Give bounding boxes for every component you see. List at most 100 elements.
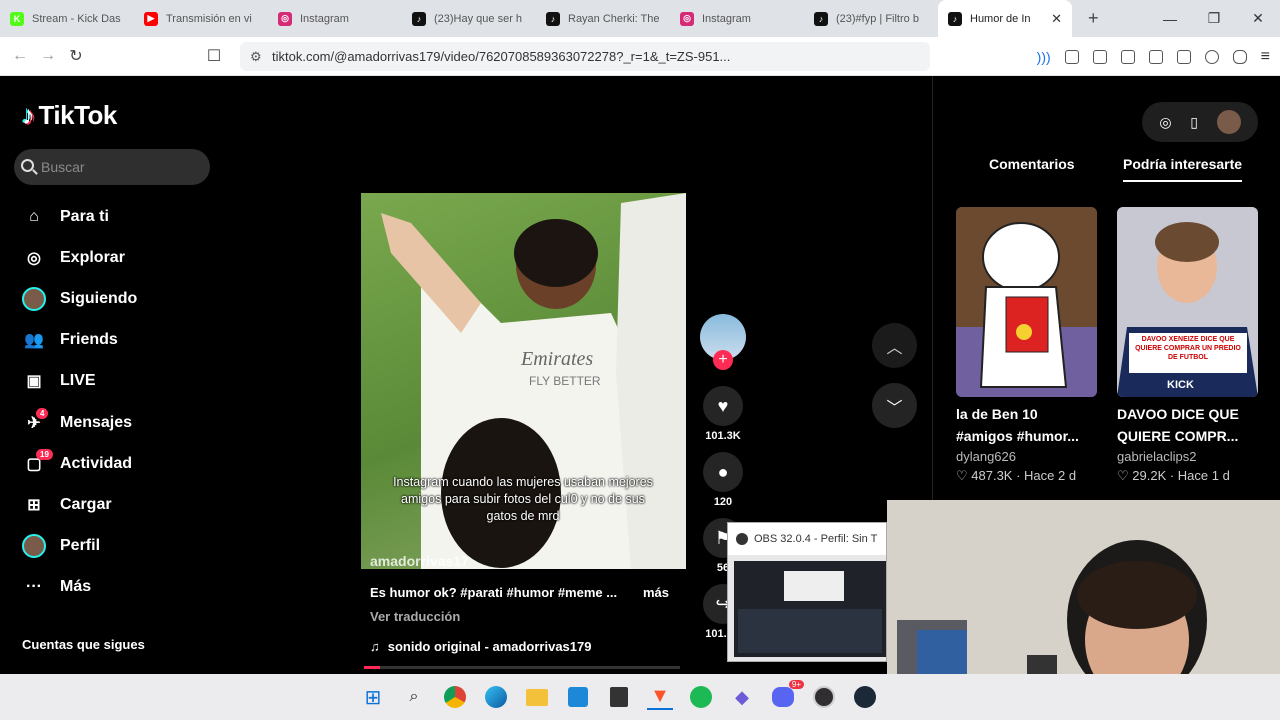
forward-button[interactable]: →: [34, 47, 62, 65]
browser-tab[interactable]: ♪ Humor de In ✕: [938, 0, 1072, 37]
vpn-shield-icon[interactable]: [1232, 49, 1247, 64]
menu-icon[interactable]: ≡: [1261, 48, 1270, 66]
edge-icon[interactable]: [483, 684, 509, 710]
windows-taskbar: ⊞ ⌕ ▼ ◆ 9+: [0, 674, 1280, 720]
sidebar-item-label: Actividad: [60, 454, 133, 472]
address-bar[interactable]: ⚙ tiktok.com/@amadorrivas179/video/76207…: [240, 42, 930, 71]
bookmark-icon[interactable]: ☐: [200, 46, 228, 66]
browser-tab[interactable]: ♪ (23)Hay que ser h: [402, 0, 536, 37]
notepad-icon[interactable]: [606, 684, 632, 710]
discord-icon[interactable]: 9+: [770, 680, 804, 710]
sidebar-item-para-ti[interactable]: ⌂ Para ti: [0, 196, 137, 237]
search-input[interactable]: Buscar: [14, 149, 210, 185]
sidebar-item-label: Siguiendo: [60, 289, 138, 307]
sidebar-item-siguiendo[interactable]: Siguiendo: [0, 278, 137, 319]
tab-favicon-icon: ◎: [680, 11, 694, 26]
steam-icon[interactable]: [852, 684, 878, 710]
obs-preview-popup[interactable]: OBS 32.0.4 - Perfil: Sin T: [727, 522, 887, 662]
recommended-card[interactable]: la de Ben 10 #amigos #humor... dylang626…: [956, 207, 1097, 484]
sidebar-item-actividad[interactable]: ▢ Actividad 19: [0, 443, 137, 484]
sidebar-item-friends[interactable]: 👥 Friends: [0, 320, 137, 361]
translate-link[interactable]: Ver traducción: [370, 609, 460, 624]
card-title: DAVOO DICE QUE QUIERE COMPR...: [1117, 406, 1239, 444]
following-avatar-icon: [22, 286, 46, 311]
heart-icon: ♥: [703, 386, 743, 426]
sound-link[interactable]: ♫ sonido original - amadorrivas179: [370, 639, 591, 654]
browser-tab[interactable]: ♪ (23)#fyp | Filtro b: [804, 0, 938, 37]
like-action[interactable]: ♥ 101.3K: [700, 386, 746, 442]
tab-title: Humor de In: [970, 12, 1031, 25]
comment-action[interactable]: ● 120: [700, 452, 746, 508]
home-icon: ⌂: [29, 207, 39, 225]
author-avatar[interactable]: +: [700, 314, 746, 370]
reload-button[interactable]: ↻: [62, 46, 90, 66]
video-progress-fill: [364, 666, 380, 669]
spotify-icon[interactable]: [688, 684, 714, 710]
compass-small-icon[interactable]: ◎: [1159, 114, 1171, 131]
browser-tab[interactable]: ▶ Transmisión en vi: [134, 0, 268, 37]
card-thumbnail: [956, 207, 1097, 397]
browser-tab[interactable]: ◎ Instagram: [268, 0, 402, 37]
back-button[interactable]: ←: [6, 47, 34, 65]
tab-favicon-icon: ▶: [144, 11, 158, 26]
obs-taskbar-icon[interactable]: [811, 684, 837, 710]
audio-icon[interactable]: ))): [1037, 49, 1051, 65]
close-window-button[interactable]: ✕: [1236, 10, 1280, 27]
sidebar-item-label: Explorar: [60, 248, 125, 266]
maximize-button[interactable]: ❐: [1192, 10, 1236, 27]
taskbar-search-icon[interactable]: ⌕: [401, 684, 427, 710]
browser-tab-bar: K Stream - Kick Das ▶ Transmisión en vi ◎ Ins…: [0, 0, 1280, 37]
tab-title: Instagram: [702, 12, 751, 25]
media-icon[interactable]: [1120, 49, 1135, 64]
microsoft-store-icon[interactable]: [565, 684, 591, 710]
device-icon[interactable]: ▯: [1190, 114, 1198, 131]
browser-tab[interactable]: K Stream - Kick Das: [0, 0, 134, 37]
next-video-button[interactable]: ﹀: [872, 383, 917, 428]
user-avatar[interactable]: [1216, 110, 1241, 134]
sidebar-item-live[interactable]: ▣ LIVE: [0, 361, 137, 402]
sidebar-item-cargar[interactable]: ⊞ Cargar: [0, 484, 137, 525]
windows-start-icon[interactable]: ⊞: [360, 684, 386, 710]
video-progress-bar[interactable]: [364, 666, 680, 669]
extensions-icon[interactable]: [1064, 49, 1079, 64]
sidebar-item-perfil[interactable]: Perfil: [0, 526, 137, 567]
sound-label: sonido original - amadorrivas179: [387, 639, 592, 654]
follow-plus-icon[interactable]: +: [713, 350, 733, 370]
tab-comentarios[interactable]: Comentarios: [989, 156, 1075, 172]
sidebar-item-explorar[interactable]: ◎ Explorar: [0, 237, 137, 278]
browser-tab[interactable]: ♪ Rayan Cherki: The: [536, 0, 670, 37]
browser-tab[interactable]: ◎ Instagram: [670, 0, 804, 37]
svg-text:Emirates: Emirates: [520, 348, 593, 370]
new-tab-button[interactable]: +: [1088, 8, 1099, 29]
chrome-icon[interactable]: [442, 684, 468, 710]
wallet-icon[interactable]: [1176, 49, 1191, 64]
reader-icon[interactable]: [1092, 49, 1107, 64]
leo-icon[interactable]: [1204, 49, 1219, 64]
tiktok-logo[interactable]: ♪ TikTok: [22, 100, 117, 131]
notification-badge: 19: [36, 449, 53, 461]
brave-icon[interactable]: ▼: [647, 684, 673, 710]
close-tab-icon[interactable]: ✕: [1051, 11, 1062, 27]
video-description: Es humor ok? #parati #humor #meme ...: [370, 585, 618, 600]
obs-title: OBS 32.0.4 - Perfil: Sin T: [754, 533, 878, 545]
compass-icon: ◎: [27, 249, 41, 267]
site-info-icon[interactable]: ⚙: [250, 49, 262, 65]
tab-title: (23)#fyp | Filtro b: [836, 12, 919, 25]
minimize-button[interactable]: —: [1148, 11, 1192, 27]
sidebar-item-label: Cargar: [60, 495, 112, 513]
file-explorer-icon[interactable]: [524, 684, 550, 710]
sidebar-icon[interactable]: [1148, 49, 1163, 64]
app-icon[interactable]: ◆: [729, 684, 755, 710]
more-button[interactable]: más: [643, 585, 669, 600]
recommended-card[interactable]: DAVOO XENEIZE DICE QUE QUIERE COMPRAR UN…: [1117, 207, 1258, 484]
previous-video-button[interactable]: ︿: [872, 323, 917, 368]
sidebar-item-label: Para ti: [60, 207, 109, 225]
obs-thumbnail: [734, 561, 886, 657]
upload-icon: ⊞: [27, 496, 41, 514]
sidebar-nav: ⌂ Para ti ◎ Explorar Siguiendo 👥 Friends ▣ LIVE ✈…: [0, 196, 137, 608]
sidebar-item-m-s[interactable]: ··· Más: [0, 567, 137, 608]
search-icon: [21, 159, 34, 172]
tab-podria-interesarte[interactable]: Podría interesarte: [1123, 156, 1243, 182]
sidebar-item-mensajes[interactable]: ✈ Mensajes 4: [0, 402, 137, 443]
search-placeholder: Buscar: [41, 159, 85, 175]
